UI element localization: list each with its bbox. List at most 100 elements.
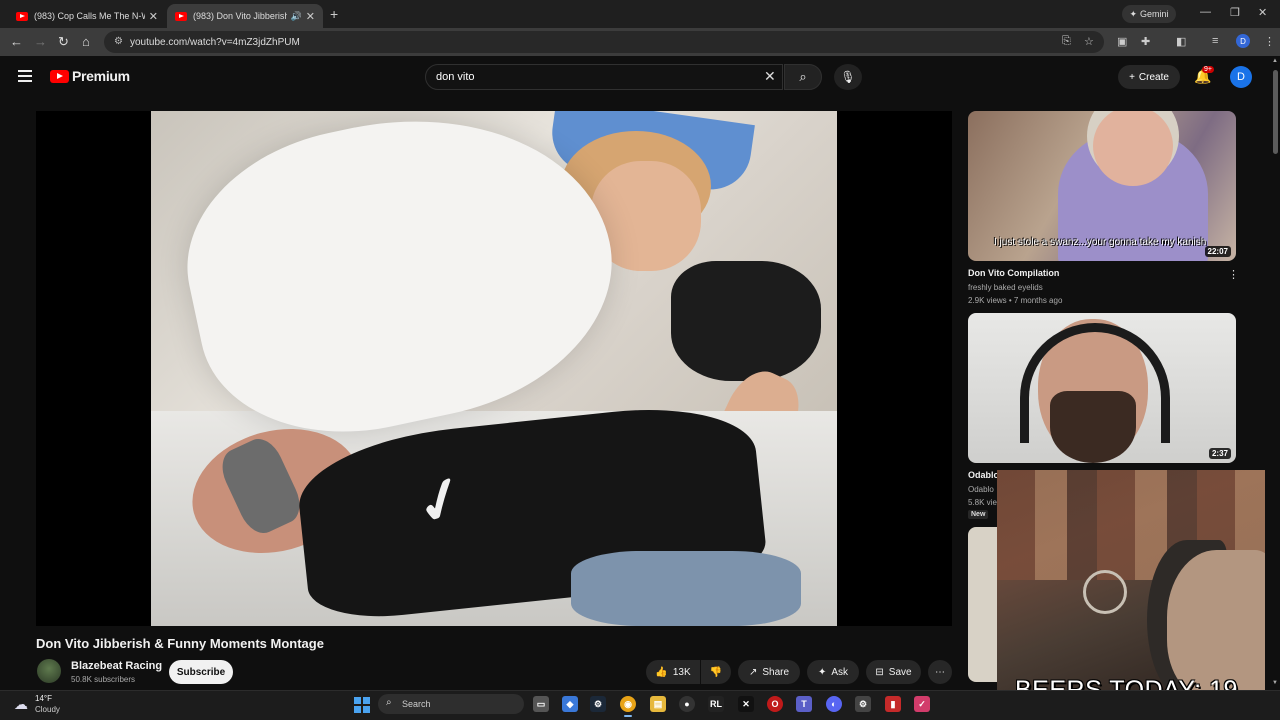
split-view-icon[interactable]: ◧ — [1176, 35, 1186, 48]
home-icon[interactable]: ⌂ — [82, 34, 90, 49]
close-tab-icon[interactable]: ✕ — [149, 10, 158, 23]
recommendation-title[interactable]: Odablo — [968, 470, 999, 480]
weather-description: Cloudy — [35, 705, 60, 714]
opera-icon[interactable]: O — [767, 696, 783, 712]
microphone-icon: 🎙 — [840, 70, 856, 84]
recommendation-channel[interactable]: freshly baked eyelids — [968, 283, 1043, 292]
browser-profile-avatar[interactable]: D — [1236, 34, 1250, 48]
plus-icon: + — [1129, 71, 1135, 83]
subscribe-button[interactable]: Subscribe — [169, 660, 233, 684]
search-button[interactable]: ⌕ — [784, 64, 822, 90]
browser-menu-icon[interactable]: ⋮ — [1264, 35, 1275, 48]
sparkle-icon: ✦ — [1129, 8, 1138, 19]
address-bar[interactable]: ⚙ youtube.com/watch?v=4mZ3jdZhPUM — [104, 31, 1104, 53]
search-value: don vito — [436, 71, 475, 83]
media-controls-icon[interactable]: ≡ — [1212, 35, 1218, 47]
browser-tab-2[interactable]: (983) Don Vito Jibberish & 🔊 ✕ — [167, 4, 323, 28]
dislike-button[interactable]: 👎 — [701, 660, 731, 684]
video-duration: 22:07 — [1204, 246, 1231, 257]
scroll-down-arrow-icon[interactable]: ▼ — [1272, 680, 1278, 686]
weather-cloud-icon[interactable]: ☁ — [14, 696, 28, 713]
chrome-icon[interactable]: ◉ — [620, 696, 636, 717]
ask-button[interactable]: ✦ Ask — [807, 660, 859, 684]
windows-taskbar — [0, 690, 1280, 720]
gemini-label: Gemini — [1140, 9, 1169, 19]
hamburger-menu-icon[interactable] — [18, 70, 32, 82]
close-window-button[interactable]: ✕ — [1258, 6, 1267, 19]
share-arrow-icon: ↗ — [748, 666, 758, 678]
thumbs-up-icon: 👍 — [655, 666, 668, 678]
youtube-logo[interactable]: Premium — [50, 68, 130, 84]
subscriber-count: 50.8K subscribers — [71, 675, 136, 684]
account-avatar[interactable]: D — [1230, 66, 1252, 88]
video-duration: 2:37 — [1208, 448, 1231, 459]
channel-avatar[interactable] — [37, 659, 61, 683]
create-label: Create — [1138, 71, 1169, 83]
rl-app-icon[interactable]: RL — [708, 696, 724, 712]
discord-icon[interactable]: ◐ — [826, 696, 842, 712]
sparkle-icon: ✦ — [817, 666, 827, 678]
steam-icon[interactable]: ⚙ — [590, 696, 606, 712]
video-frame: ✓ — [151, 111, 837, 626]
x-app-icon[interactable]: ✕ — [738, 696, 754, 712]
recommendation-meta: 2.9K views • 7 months ago — [968, 296, 1063, 305]
share-button[interactable]: ↗ Share — [738, 660, 800, 684]
pink-app-icon[interactable]: ✓ — [914, 696, 930, 712]
recommendation-thumbnail[interactable]: I just stole a swanz...your gonna take m… — [968, 111, 1236, 261]
browser-tab-1[interactable]: (983) Cop Calls Me The N-Wor ✕ — [8, 4, 166, 28]
site-info-icon[interactable]: ⚙ — [114, 36, 123, 47]
create-button[interactable]: + Create — [1118, 65, 1180, 89]
recommendation-thumbnail[interactable] — [968, 527, 998, 682]
recommendation-thumbnail[interactable]: 2:37 — [968, 313, 1236, 463]
back-arrow-icon[interactable]: ← — [10, 34, 23, 49]
save-button[interactable]: ⊟ Save — [866, 660, 921, 684]
red-app-icon[interactable]: ▮ — [885, 696, 901, 712]
reload-icon[interactable]: ↻ — [58, 34, 69, 50]
scrollbar-thumb[interactable] — [1273, 70, 1278, 154]
github-icon[interactable]: ● — [679, 696, 695, 712]
search-input[interactable]: don vito — [425, 64, 783, 90]
task-view-icon[interactable]: ▭ — [533, 696, 549, 712]
restore-window-button[interactable]: ❐ — [1230, 6, 1240, 19]
close-tab-icon[interactable]: ✕ — [306, 10, 315, 23]
taskbar-search-box[interactable]: Search — [378, 694, 524, 714]
recommendation-menu-icon[interactable]: ⋮ — [1228, 268, 1239, 281]
webcam-overlay — [997, 470, 1265, 694]
url-text: youtube.com/watch?v=4mZ3jdZhPUM — [130, 36, 300, 48]
gemini-button[interactable]: ✦ Gemini — [1122, 5, 1176, 23]
video-player[interactable]: ✓ — [36, 111, 952, 626]
new-tab-button[interactable]: + — [330, 6, 338, 22]
install-app-icon[interactable]: ⎘ — [1062, 35, 1071, 48]
recommendation-title[interactable]: Don Vito Compilation — [968, 268, 1059, 278]
puzzle-extensions-icon[interactable]: ✚ — [1141, 35, 1150, 48]
extension-icon[interactable]: ▣ — [1117, 35, 1127, 48]
clear-search-icon[interactable]: ✕ — [764, 68, 776, 85]
copilot-icon[interactable]: ◆ — [562, 696, 578, 712]
audio-playing-icon[interactable]: 🔊 — [291, 11, 302, 22]
more-actions-button[interactable]: ⋯ — [928, 660, 952, 684]
channel-name[interactable]: Blazebeat Racing — [71, 660, 162, 672]
settings-gear-icon[interactable]: ⚙ — [855, 696, 871, 712]
windows-start-icon[interactable] — [354, 697, 370, 713]
taskbar-search-icon: ⌕ — [386, 697, 392, 708]
bookmark-star-icon[interactable]: ☆ — [1084, 35, 1094, 48]
video-title: Don Vito Jibberish & Funny Moments Monta… — [36, 636, 324, 651]
voice-search-button[interactable]: 🎙 — [834, 64, 862, 90]
teams-icon[interactable]: T — [796, 696, 812, 712]
recommendation-channel[interactable]: Odablo — [968, 485, 994, 494]
thumbnail-caption: I just stole a swanz...your gonna take m… — [994, 237, 1207, 248]
taskbar-search-placeholder: Search — [402, 699, 431, 709]
tab-title: (983) Cop Calls Me The N-Wor — [34, 11, 145, 21]
youtube-header: Premium don vito ✕ ⌕ 🎙 + Create 🔔 9+ D — [0, 56, 1270, 100]
share-label: Share — [762, 666, 790, 678]
thumbs-down-icon: 👎 — [709, 666, 723, 678]
weather-temperature: 14°F — [35, 694, 52, 703]
save-label: Save — [888, 666, 912, 678]
minimize-window-button[interactable]: — — [1200, 6, 1211, 18]
ellipsis-icon: ⋯ — [935, 666, 945, 678]
youtube-favicon-icon — [16, 11, 28, 21]
scroll-up-arrow-icon[interactable]: ▲ — [1272, 58, 1278, 64]
like-button[interactable]: 👍 13K — [646, 660, 700, 684]
forward-arrow-icon[interactable]: → — [34, 34, 47, 49]
file-explorer-icon[interactable]: ▤ — [650, 696, 666, 712]
